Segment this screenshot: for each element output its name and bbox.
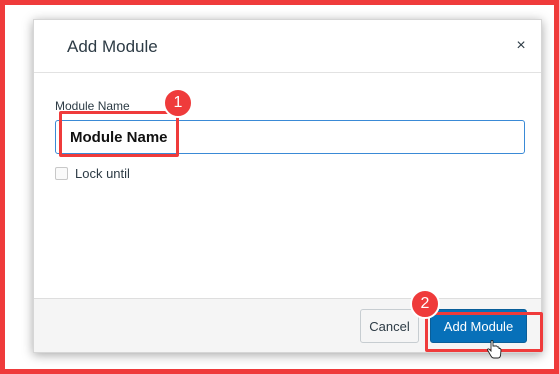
lock-until-checkbox[interactable]	[55, 166, 68, 180]
add-module-dialog: Add Module × Module Name Lock until Canc…	[33, 19, 542, 353]
dialog-footer: Cancel Add Module	[34, 298, 541, 352]
dialog-header: Add Module ×	[34, 20, 541, 73]
hand-pointer-icon	[487, 340, 502, 359]
lock-until-row[interactable]: Lock until	[55, 165, 130, 181]
step-badge-1: 1	[163, 88, 193, 118]
module-name-input[interactable]	[55, 120, 525, 154]
add-module-button[interactable]: Add Module	[430, 309, 527, 343]
cancel-button[interactable]: Cancel	[360, 309, 419, 343]
lock-until-label: Lock until	[75, 165, 130, 181]
close-button[interactable]: ×	[511, 36, 531, 56]
dialog-title: Add Module	[67, 37, 158, 56]
module-name-label: Module Name	[55, 99, 130, 113]
step-badge-2: 2	[410, 289, 440, 319]
